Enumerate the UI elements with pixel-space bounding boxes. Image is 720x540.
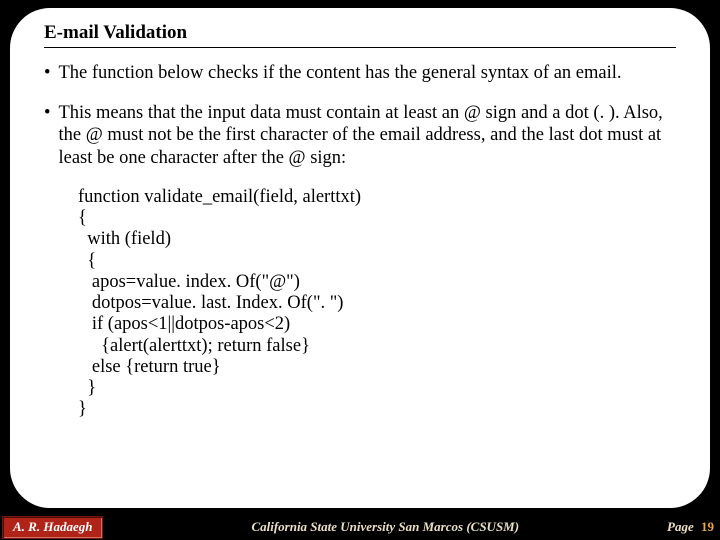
- code-line: {alert(alerttxt); return false}: [78, 336, 310, 356]
- code-line: function validate_email(field, alerttxt): [78, 187, 361, 207]
- code-line: apos=value. index. Of("@"): [78, 272, 300, 292]
- code-line: {: [78, 251, 96, 271]
- title-divider: [44, 47, 676, 48]
- footer-page: Page 19: [667, 519, 714, 535]
- code-line: {: [78, 208, 87, 228]
- code-line: }: [78, 399, 87, 419]
- code-line: else {return true}: [78, 357, 221, 377]
- bullet-text: This means that the input data must cont…: [58, 102, 676, 169]
- footer-author: A. R. Hadaegh: [2, 516, 103, 539]
- code-block: function validate_email(field, alerttxt)…: [78, 187, 676, 421]
- code-line: dotpos=value. last. Index. Of(". "): [78, 293, 343, 313]
- slide-footer: A. R. Hadaegh California State Universit…: [0, 514, 720, 540]
- code-line: with (field): [78, 229, 171, 249]
- code-line: if (apos<1||dotpos-apos<2): [78, 314, 290, 334]
- slide-title: E-mail Validation: [44, 22, 676, 44]
- bullet-item: • This means that the input data must co…: [44, 102, 676, 169]
- bullet-dot-icon: •: [44, 62, 50, 84]
- footer-page-number: 19: [701, 519, 714, 534]
- code-line: }: [78, 378, 96, 398]
- bullet-dot-icon: •: [44, 102, 50, 169]
- bullet-item: • The function below checks if the conte…: [44, 62, 676, 84]
- footer-page-label: Page: [667, 519, 694, 534]
- slide-card: E-mail Validation • The function below c…: [8, 6, 712, 510]
- footer-university: California State University San Marcos (…: [103, 519, 667, 535]
- bullet-text: The function below checks if the content…: [58, 62, 676, 84]
